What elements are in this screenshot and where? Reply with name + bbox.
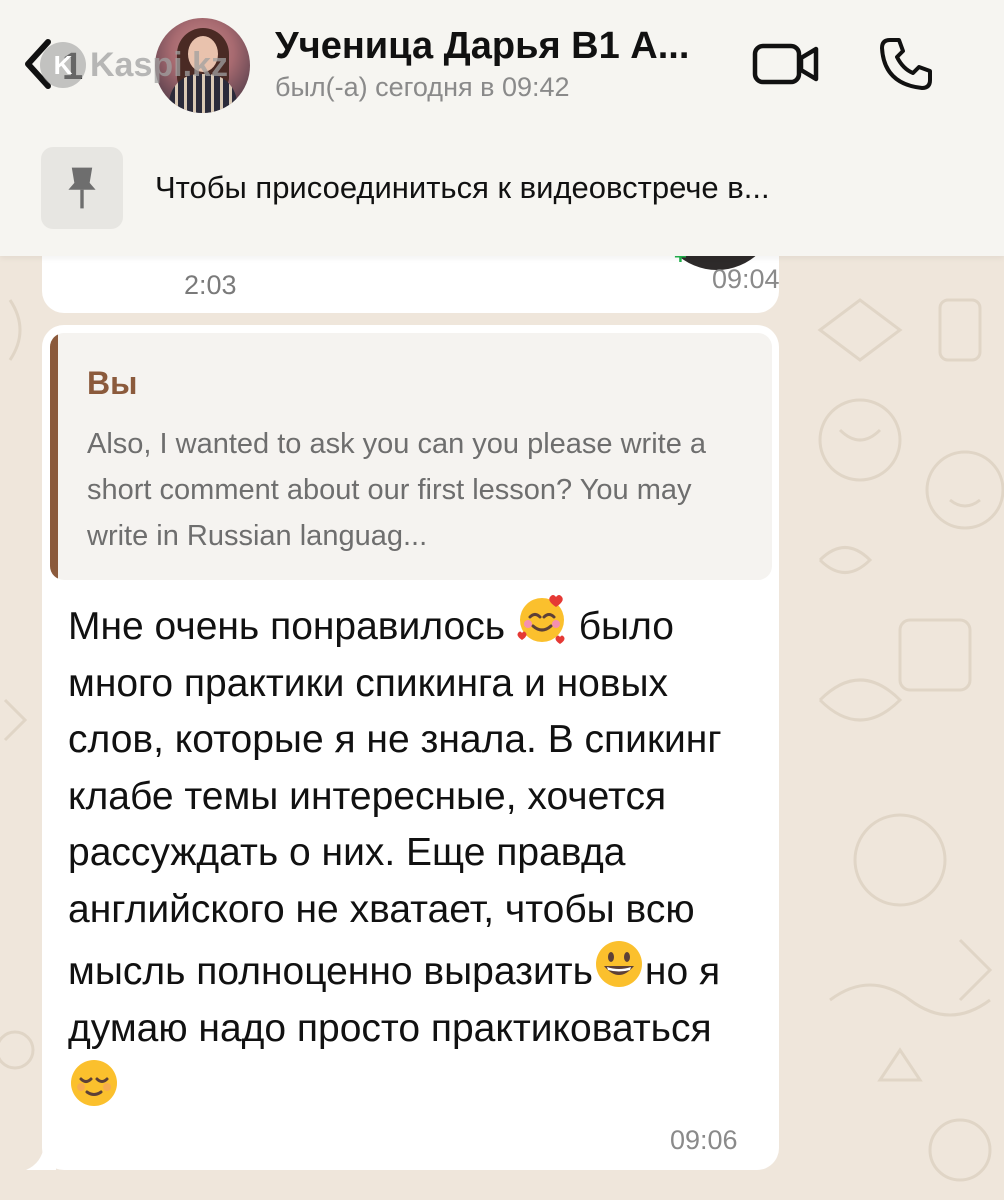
quoted-reply[interactable]: Вы Also, I wanted to ask you can you ple… (50, 333, 772, 580)
video-camera-icon (752, 43, 819, 85)
chevron-left-icon (25, 39, 51, 89)
message-bubble[interactable]: Вы Also, I wanted to ask you can you ple… (42, 325, 779, 1170)
media-duration: 2:03 (184, 270, 237, 300)
video-call-button[interactable] (752, 42, 820, 86)
quote-text: Also, I wanted to ask you can you please… (87, 428, 707, 552)
chat-header: 1 K Kaspi.kz Ученица Дарья В1 А... был(-… (0, 0, 1004, 256)
quote-author: Вы (87, 365, 138, 401)
pinned-message-bar[interactable]: Чтобы присоединиться к видеовстрече в... (0, 130, 1004, 250)
avatar[interactable] (155, 18, 250, 113)
phone-icon (880, 38, 932, 90)
message-time: 09:06 (670, 1125, 738, 1155)
unread-count: 1 (62, 46, 84, 88)
quote-accent-bar (50, 333, 58, 580)
last-seen-status: был(-а) сегодня в 09:42 (275, 72, 570, 102)
pinned-thumbnail (41, 147, 123, 229)
message-text-part2: было много практики спикинга и новых сло… (68, 605, 722, 993)
grinning-face-icon (595, 941, 642, 987)
contact-name[interactable]: Ученица Дарья В1 А... (275, 25, 689, 68)
relieved-face-icon (71, 1060, 117, 1106)
pinned-message-text: Чтобы присоединиться к видеовстрече в... (155, 170, 770, 205)
message-text: Мне очень понравилось было много практик… (68, 593, 758, 1120)
voice-call-button[interactable] (876, 34, 936, 94)
message-time: 09:04 (712, 264, 780, 294)
pin-icon (68, 167, 96, 209)
smiling-face-with-hearts-icon (517, 595, 565, 644)
message-text-part1: Мне очень понравилось (68, 605, 516, 648)
